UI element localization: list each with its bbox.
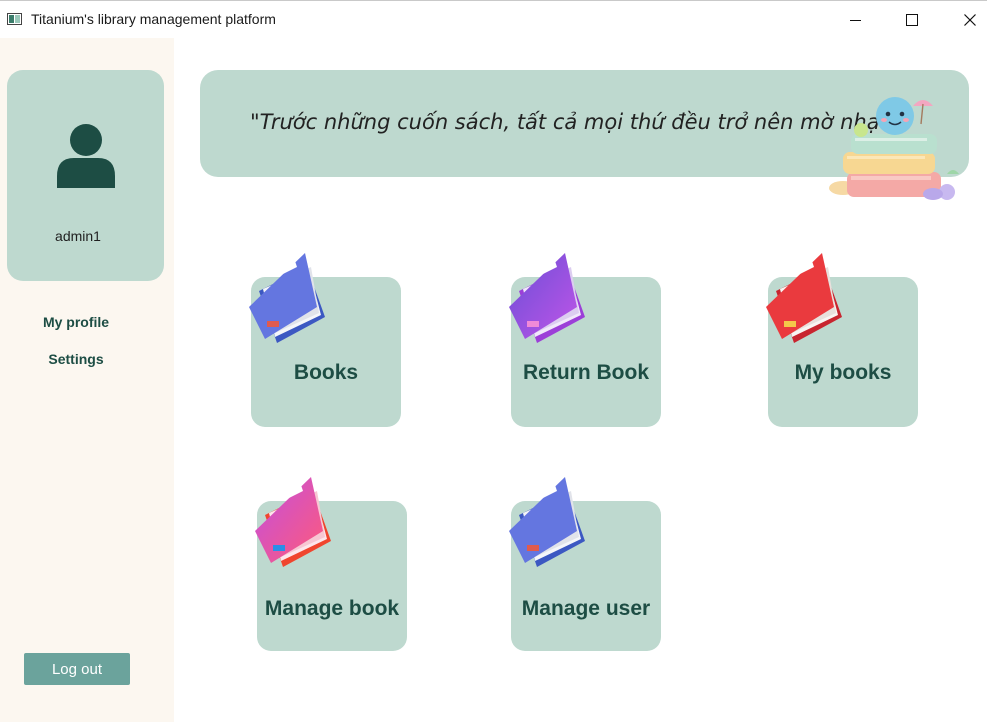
my-books-tile[interactable]: My books <box>766 253 918 427</box>
manage-user-tile-label: Manage user <box>521 597 651 620</box>
blue-book-icon <box>509 477 585 567</box>
title-bar: Titanium's library management platform <box>0 0 987 38</box>
maximize-button[interactable] <box>883 1 941 39</box>
return-book-tile[interactable]: Return Book <box>509 253 661 427</box>
manage-book-tile[interactable]: Manage book <box>255 477 407 651</box>
books-tile[interactable]: Books <box>249 253 401 427</box>
books-tile-label: Books <box>293 361 359 384</box>
profile-card: admin1 <box>7 70 164 281</box>
return-book-tile-label: Return Book <box>523 361 649 384</box>
book-stack-illustration <box>829 97 959 200</box>
sidebar: admin1 My profile Settings Log out <box>0 38 174 722</box>
logout-button[interactable]: Log out <box>24 653 130 685</box>
my-books-tile-label: My books <box>794 361 892 384</box>
my-profile-link[interactable]: My profile <box>0 314 152 330</box>
minimize-icon <box>849 19 861 21</box>
blue-book-icon <box>249 253 325 343</box>
red-book-icon <box>766 253 842 343</box>
purple-book-icon <box>509 253 585 343</box>
window-title: Titanium's library management platform <box>31 11 276 27</box>
close-icon <box>964 14 976 26</box>
manage-user-tile[interactable]: Manage user <box>509 477 661 651</box>
minimize-button[interactable] <box>826 1 884 39</box>
quote-text: "Trước những cuốn sách, tất cả mọi thứ đ… <box>250 110 905 134</box>
settings-link[interactable]: Settings <box>0 351 152 367</box>
pink-book-icon <box>255 477 331 567</box>
user-avatar-icon <box>57 124 115 188</box>
username-label: admin1 <box>55 228 101 244</box>
app-icon <box>7 13 22 25</box>
maximize-icon <box>906 14 918 26</box>
close-button[interactable] <box>941 1 987 39</box>
manage-book-tile-label: Manage book <box>264 597 400 620</box>
